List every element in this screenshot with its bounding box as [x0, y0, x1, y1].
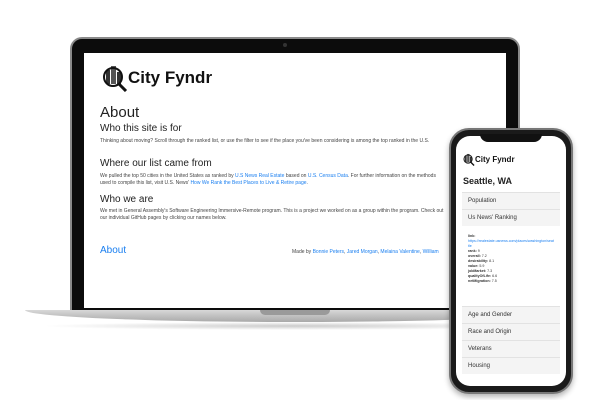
accordion-us-news-ranking[interactable]: Us News' Ranking: [462, 209, 560, 226]
logo-text: City Fyndr: [128, 68, 213, 87]
accordion-race-origin[interactable]: Race and Origin: [462, 323, 560, 340]
accordion-population[interactable]: Population: [462, 192, 560, 209]
laptop-camera: [283, 43, 287, 47]
value: 8.1: [489, 259, 495, 263]
key: jobMarket:: [468, 269, 487, 273]
section-heading: Who this site is for: [100, 123, 182, 134]
city-title: Seattle, WA: [463, 176, 513, 186]
section-heading: Who we are: [100, 194, 154, 205]
accordion-housing[interactable]: Housing: [462, 357, 560, 374]
section-text: We met in General Assembly's Software En…: [100, 208, 444, 221]
methodology-link[interactable]: How We Rank the Best Places to Live & Re…: [190, 180, 306, 186]
accordion-age-gender[interactable]: Age and Gender: [462, 306, 560, 323]
laptop-screen: City Fyndr About Who this site is for Th…: [84, 53, 506, 308]
footer-about-link[interactable]: About: [100, 245, 126, 256]
author-link[interactable]: Bonnie Peters: [313, 249, 344, 255]
accordion-veterans[interactable]: Veterans: [462, 340, 560, 357]
city-magnifier-icon: [463, 153, 475, 166]
phone-screen: City Fyndr Seattle, WA Population Us New…: [456, 136, 566, 386]
author-link[interactable]: William: [423, 249, 439, 255]
laptop-notch: [260, 310, 330, 315]
key: overall:: [468, 254, 481, 258]
site-logo[interactable]: City Fyndr: [102, 64, 212, 92]
phone-notch: [480, 134, 542, 142]
census-link[interactable]: U.S. Census Data: [308, 173, 348, 179]
value: 6.6: [492, 274, 498, 278]
page-title: About: [100, 104, 140, 121]
usnews-link[interactable]: U.S News Real Estate: [235, 173, 284, 179]
made-by-label: Made by: [292, 249, 313, 255]
city-magnifier-icon: [103, 66, 128, 92]
text: We pulled the top 50 cities in the Unite…: [100, 173, 235, 179]
section-text: Thinking about moving? Scroll through th…: [100, 138, 430, 144]
site-logo[interactable]: City Fyndr: [463, 153, 515, 166]
author-link[interactable]: Jared Morgan: [347, 249, 378, 255]
key: netMigration:: [468, 279, 491, 283]
value: 7.3: [487, 269, 493, 273]
ranking-row: netMigration: 7.5: [468, 279, 554, 284]
key: qualityOfLife:: [468, 274, 492, 278]
key: value:: [468, 264, 479, 268]
value: 7.2: [481, 254, 487, 258]
made-by: Made by Bonnie Peters, Jared Morgan, Mel…: [292, 249, 439, 255]
value: 7.5: [491, 279, 497, 283]
link-label: link:: [468, 234, 476, 238]
value: 5.9: [479, 264, 485, 268]
ranking-details: link: https://realestate.usnews.com/plac…: [462, 226, 560, 306]
key: desirability:: [468, 259, 489, 263]
section-text: We pulled the top 50 cities in the Unite…: [100, 173, 445, 187]
ranking-link[interactable]: https://realestate.usnews.com/places/was…: [468, 239, 554, 249]
text: .: [306, 180, 308, 186]
key: rank:: [468, 249, 477, 253]
author-link[interactable]: Melaina Valentine: [380, 249, 419, 255]
text: based on: [284, 173, 308, 179]
logo-text: City Fyndr: [475, 155, 515, 164]
section-heading: Where our list came from: [100, 158, 212, 169]
value: 9: [477, 249, 480, 253]
